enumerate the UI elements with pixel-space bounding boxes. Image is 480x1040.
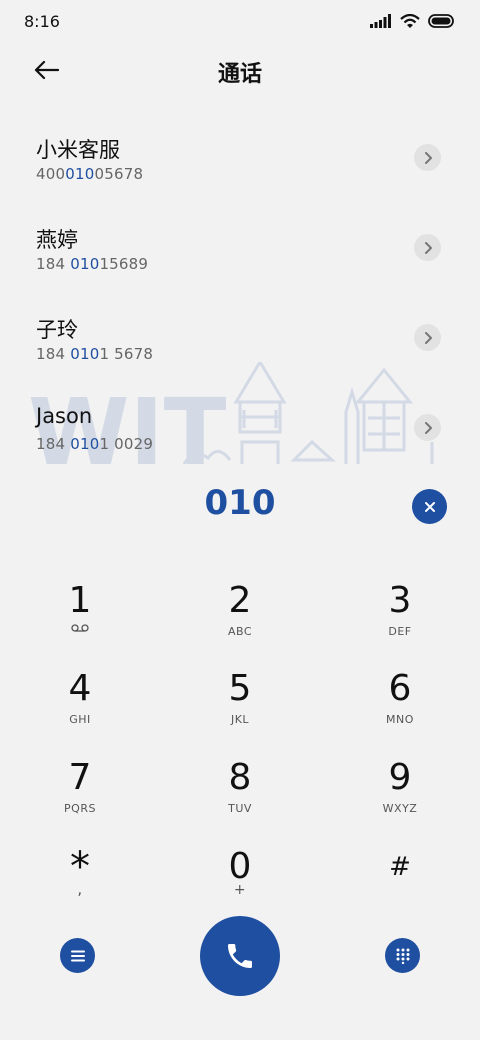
header: 通话 <box>0 42 480 98</box>
voicemail-icon <box>71 624 89 632</box>
phone-icon <box>228 944 252 968</box>
key-digit: 3 <box>388 580 412 621</box>
key-digit: 2 <box>228 580 252 621</box>
chevron-right-icon <box>424 241 432 254</box>
dialed-number-display: 010 <box>204 483 276 523</box>
contact-item[interactable]: 燕婷 184 01015689 <box>0 202 480 292</box>
key-digit: 1 <box>68 580 92 621</box>
contact-details-button[interactable] <box>414 414 441 441</box>
key-letters: DEF <box>388 625 412 638</box>
number-prefix: 184 <box>36 255 71 273</box>
contact-name: 子玲 <box>36 318 78 342</box>
page-title: 通话 <box>217 62 262 87</box>
number-prefix: 400 <box>36 165 66 183</box>
key-digit: 7 <box>68 757 92 798</box>
battery-icon <box>428 14 454 28</box>
contact-number: 184 0101 0029 <box>36 435 153 453</box>
key-2[interactable]: 2 ABC <box>180 580 300 660</box>
number-match: 010 <box>65 165 95 183</box>
contact-details-button[interactable] <box>414 144 441 171</box>
key-letters: , <box>77 880 83 898</box>
number-match: 010 <box>70 345 100 363</box>
contact-number: 184 01015689 <box>36 255 148 273</box>
key-digit: 8 <box>228 757 252 798</box>
contact-name: 小米客服 <box>36 138 120 162</box>
number-suffix: 1 5678 <box>99 345 154 363</box>
contact-item[interactable]: Jason 184 0101 0029 <box>0 382 480 464</box>
key-0[interactable]: 0 + <box>180 846 300 926</box>
number-match: 010 <box>70 435 100 453</box>
contact-details-button[interactable] <box>414 234 441 261</box>
call-button[interactable] <box>200 916 280 996</box>
status-time: 8:16 <box>24 11 60 31</box>
status-bar: 8:16 <box>0 0 480 42</box>
signal-icon <box>370 14 391 28</box>
wifi-icon <box>400 13 420 28</box>
dialpad-icon <box>396 948 409 964</box>
key-letters: WXYZ <box>382 802 418 815</box>
contact-name: 燕婷 <box>36 228 78 252</box>
contact-number: 40001005678 <box>36 165 143 183</box>
contact-details-button[interactable] <box>414 324 441 351</box>
chevron-right-icon <box>424 331 432 344</box>
menu-icon <box>70 950 85 961</box>
key-9[interactable]: 9 WXYZ <box>340 757 460 837</box>
number-suffix: 05678 <box>94 165 144 183</box>
key-letters: MNO <box>386 713 414 726</box>
contact-name: Jason <box>36 404 93 428</box>
key-4[interactable]: 4 GHI <box>20 668 140 748</box>
key-6[interactable]: 6 MNO <box>340 668 460 748</box>
number-prefix: 184 <box>36 435 71 453</box>
key-digit: 5 <box>228 668 252 709</box>
key-letters: ABC <box>227 625 253 638</box>
key-5[interactable]: 5 JKL <box>180 668 300 748</box>
contact-number: 184 0101 5678 <box>36 345 153 363</box>
key-digit: 6 <box>388 668 412 709</box>
key-1[interactable]: 1 <box>20 580 140 660</box>
key-8[interactable]: 8 TUV <box>180 757 300 837</box>
key-letters: TUV <box>228 802 252 815</box>
key-digit: # <box>389 852 411 882</box>
close-icon <box>424 501 435 512</box>
key-letters: + <box>233 882 247 898</box>
key-digit: 9 <box>388 757 412 798</box>
key-7[interactable]: 7 PQRS <box>20 757 140 837</box>
number-prefix: 184 <box>36 345 71 363</box>
number-suffix: 15689 <box>99 255 149 273</box>
menu-button[interactable] <box>60 938 95 973</box>
contact-item[interactable]: 子玲 184 0101 5678 <box>0 292 480 382</box>
keypad-toggle-button[interactable] <box>385 938 420 973</box>
contact-item[interactable]: 小米客服 40001005678 <box>0 112 480 202</box>
number-match: 010 <box>70 255 100 273</box>
number-suffix: 1 0029 <box>99 435 154 453</box>
chevron-right-icon <box>424 151 432 164</box>
key-digit: 4 <box>68 668 92 709</box>
chevron-right-icon <box>424 421 432 434</box>
key-letters: PQRS <box>64 802 96 815</box>
clear-button[interactable] <box>412 489 447 524</box>
contact-results-list: WIT 小米客服 40001005678 燕婷 184 01015689 子玲 … <box>0 112 480 464</box>
key-3[interactable]: 3 DEF <box>340 580 460 660</box>
key-hash[interactable]: # <box>340 846 460 926</box>
key-letters: GHI <box>69 713 91 726</box>
key-star[interactable]: * , <box>20 846 140 926</box>
key-letters: JKL <box>230 713 250 726</box>
status-icons <box>370 13 456 29</box>
